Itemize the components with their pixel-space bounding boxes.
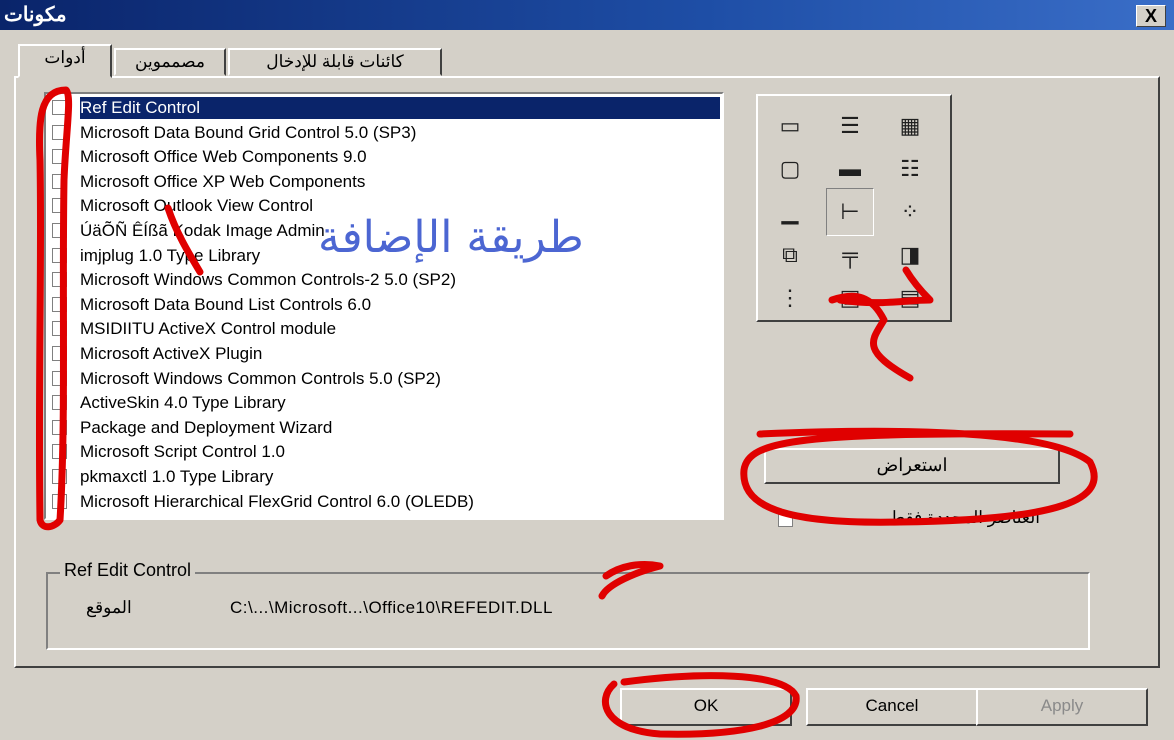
list-item[interactable]: Microsoft Office Web Components 9.0	[46, 145, 722, 169]
toolbox-preview: ▭ ☰ ▦ ▢ ▬ ☷ ▁ ⊢ ⁘ ⧉ ╤ ◨ ⋮ ▣ ▤	[756, 94, 952, 322]
list-item-checkbox[interactable]	[52, 469, 67, 484]
ok-button[interactable]: OK	[620, 688, 792, 726]
list-item[interactable]: Microsoft ActiveX Plugin	[46, 342, 722, 366]
textbox-icon[interactable]: ☰	[826, 102, 874, 150]
listbox-icon[interactable]: ☷	[886, 145, 934, 193]
label-icon[interactable]: ▦	[886, 102, 934, 150]
list-item-label: Microsoft Windows Common Controls 5.0 (S…	[80, 368, 441, 388]
location-path: C:\...\Microsoft...\Office10\REFEDIT.DLL	[230, 598, 553, 617]
list-item-checkbox[interactable]	[52, 100, 67, 115]
scrollbar-icon[interactable]: ▁	[766, 188, 814, 236]
image-icon[interactable]: ▣	[826, 274, 874, 322]
toolbar-icon[interactable]: ╤	[826, 231, 874, 279]
list-item-label: Microsoft Outlook View Control	[80, 196, 314, 216]
list-item-label: Microsoft ActiveX Plugin	[80, 344, 263, 363]
list-item[interactable]: Microsoft Data Bound Grid Control 5.0 (S…	[46, 121, 722, 145]
list-item-checkbox[interactable]	[52, 124, 67, 140]
apply-button: Apply	[976, 688, 1148, 726]
browse-button[interactable]: استعراض	[764, 448, 1060, 484]
list-item-checkbox[interactable]	[52, 149, 67, 165]
window-title: مكونات	[4, 4, 67, 26]
tabstrip-icon[interactable]: ⧉	[766, 231, 814, 279]
details-legend: Ref Edit Control	[60, 560, 196, 581]
list-item[interactable]: Microsoft Hierarchical FlexGrid Control …	[46, 490, 722, 514]
list-item-checkbox[interactable]	[52, 370, 67, 386]
textedit-icon[interactable]: ▤	[886, 274, 934, 322]
list-item-checkbox[interactable]	[52, 296, 67, 312]
list-item[interactable]: Microsoft Windows Common Controls 5.0 (S…	[46, 367, 722, 391]
list-item-label: Microsoft Data Bound List Controls 6.0	[80, 294, 372, 314]
tab-controls[interactable]: أدوات	[18, 44, 112, 78]
list-item-label: Package and Deployment Wizard	[80, 417, 333, 437]
list-item-checkbox[interactable]	[52, 223, 67, 238]
list-item-checkbox[interactable]	[52, 395, 67, 411]
close-button[interactable]: X	[1136, 5, 1166, 27]
selected-only-checkbox[interactable]	[778, 512, 793, 527]
tab-designers[interactable]: مصمموين	[114, 48, 226, 76]
list-item-label: Ref Edit Control	[80, 97, 720, 119]
list-item[interactable]: pkmaxctl 1.0 Type Library	[46, 465, 722, 489]
palette-icon[interactable]: ▭	[766, 102, 814, 150]
cancel-button[interactable]: Cancel	[806, 688, 978, 726]
list-item-checkbox[interactable]	[52, 346, 67, 361]
tab-insertable-objects[interactable]: كائنات قابلة للإدخال	[228, 48, 442, 76]
list-item-checkbox[interactable]	[52, 444, 67, 460]
list-item[interactable]: Microsoft Office XP Web Components	[46, 170, 722, 194]
watermark-stamp: طريقة الإضافة	[318, 212, 585, 263]
commandbutton-icon[interactable]: ▬	[826, 145, 874, 193]
list-item-label: Microsoft Hierarchical FlexGrid Control …	[80, 491, 474, 511]
list-item[interactable]: Microsoft Windows Common Controls-2 5.0 …	[46, 268, 722, 292]
list-item-label: ÚäÕÑ ÊÍßã Kodak Image Admin	[80, 221, 325, 240]
list-item-label: Microsoft Office XP Web Components	[80, 171, 366, 191]
list-item-label: Microsoft Windows Common Controls-2 5.0 …	[80, 270, 457, 290]
list-item-checkbox[interactable]	[52, 493, 67, 509]
list-item[interactable]: Ref Edit Control	[46, 96, 722, 120]
list-item-label: imjplug 1.0 Type Library	[80, 245, 261, 265]
title-bar: مكونات X	[0, 0, 1174, 30]
list-item[interactable]: MSIDIITU ActiveX Control module	[46, 317, 722, 341]
location-label: الموقع	[86, 598, 132, 617]
frame-icon[interactable]: ▢	[766, 145, 814, 193]
list-item-label: Microsoft Data Bound Grid Control 5.0 (S…	[80, 122, 417, 142]
list-item-label: Microsoft Office Web Components 9.0	[80, 147, 367, 167]
details-groupbox	[46, 572, 1090, 650]
treeview-icon[interactable]: ⊢	[826, 188, 874, 236]
list-item-checkbox[interactable]	[52, 419, 67, 435]
list-item-checkbox[interactable]	[52, 198, 67, 214]
list-item-label: pkmaxctl 1.0 Type Library	[80, 467, 274, 486]
list-item[interactable]: Microsoft Script Control 1.0	[46, 440, 722, 464]
imagelist-icon[interactable]: ◨	[886, 231, 934, 279]
list-item-checkbox[interactable]	[52, 321, 67, 337]
controls-listbox[interactable]: Ref Edit Control Microsoft Data Bound Gri…	[44, 92, 724, 520]
list-item-checkbox[interactable]	[52, 272, 67, 288]
list-item[interactable]: Microsoft Data Bound List Controls 6.0	[46, 293, 722, 317]
list-item[interactable]: ActiveSkin 4.0 Type Library	[46, 391, 722, 415]
list-item[interactable]: Package and Deployment Wizard	[46, 416, 722, 440]
optiongroup-icon[interactable]: ⁘	[886, 188, 934, 236]
grid-icon[interactable]: ⋮	[766, 274, 814, 322]
selected-only-label: العناصر المحددة فقط	[889, 508, 1040, 527]
list-item-checkbox[interactable]	[52, 247, 67, 263]
list-item-label: MSIDIITU ActiveX Control module	[80, 319, 337, 339]
list-item-checkbox[interactable]	[52, 173, 67, 189]
list-item-label: ActiveSkin 4.0 Type Library	[80, 393, 286, 413]
list-item-label: Microsoft Script Control 1.0	[80, 442, 286, 462]
